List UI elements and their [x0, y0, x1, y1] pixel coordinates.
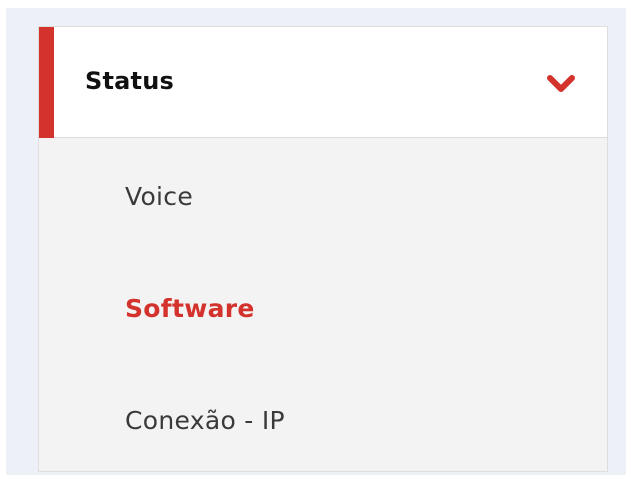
submenu-item-voice[interactable]: Voice	[125, 182, 193, 211]
status-menu-header[interactable]: Status	[39, 27, 607, 138]
chevron-down-icon[interactable]	[546, 74, 576, 94]
submenu-item-conexao-ip[interactable]: Conexão - IP	[125, 406, 285, 435]
active-indicator-bar	[39, 27, 54, 138]
menu-header-title: Status	[85, 67, 174, 95]
status-menu: Status Voice Software Conexão - IP	[38, 26, 608, 472]
submenu-item-software[interactable]: Software	[125, 294, 255, 323]
